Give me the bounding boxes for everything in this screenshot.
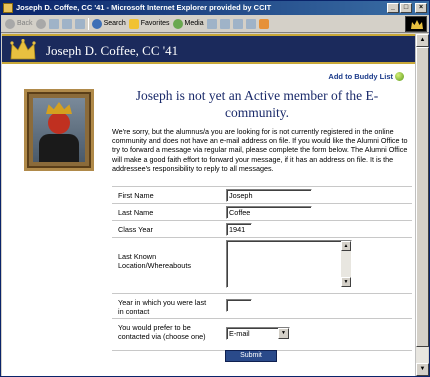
whereabouts-label: Last Known Location/Whereabouts [118, 252, 192, 270]
back-arrow-icon [5, 18, 15, 29]
favorites-button[interactable]: Favorites [128, 18, 170, 29]
back-label: Back [17, 20, 33, 27]
last-contact-row: Year in which you were last in contact [112, 293, 412, 317]
page-header: Joseph D. Coffee, CC '41 [2, 34, 416, 64]
intro-text: We're sorry, but the alumnus/a you are l… [112, 127, 408, 173]
page-scrollbar[interactable]: ▲ ▼ [415, 34, 429, 376]
history-icon [206, 18, 217, 29]
header-title: Joseph D. Coffee, CC '41 [46, 43, 179, 58]
last-name-label: Last Name [118, 208, 154, 217]
search-label: Search [103, 20, 126, 27]
crown-icon [411, 20, 423, 29]
first-name-row: First Name Joseph [112, 186, 412, 202]
last-contact-input[interactable] [226, 299, 252, 312]
portrait-crown [46, 102, 72, 114]
add-to-buddy-list-link[interactable]: Add to Buddy List [328, 72, 404, 81]
back-button[interactable]: Back [5, 18, 33, 29]
edit-icon [245, 18, 256, 29]
crown-logo-icon [10, 39, 36, 60]
home-button[interactable] [74, 18, 85, 29]
history-button[interactable] [206, 18, 217, 29]
contact-pref-value: E-mail [229, 329, 250, 338]
title-bar: Joseph D. Coffee, CC '41 - Microsoft Int… [1, 1, 429, 15]
portrait-image [33, 98, 85, 162]
whereabouts-textarea[interactable]: ▲ ▼ [226, 240, 352, 288]
forward-arrow-icon [35, 18, 46, 29]
chevron-down-icon[interactable]: ▼ [278, 328, 289, 339]
scroll-thumb[interactable] [416, 47, 429, 347]
scroll-up-arrow-icon[interactable]: ▲ [416, 34, 429, 47]
discuss-icon [258, 18, 269, 29]
buddy-icon [395, 72, 404, 81]
home-icon [74, 18, 85, 29]
mail-button[interactable] [219, 18, 230, 29]
maximize-button[interactable]: □ [400, 3, 412, 13]
buddy-link-label: Add to Buddy List [328, 72, 393, 81]
submit-button[interactable]: Submit [225, 350, 277, 362]
media-label: Media [184, 20, 204, 27]
edit-button[interactable] [245, 18, 256, 29]
refresh-button[interactable] [61, 18, 72, 29]
first-name-input[interactable]: Joseph [226, 189, 312, 202]
first-name-label: First Name [118, 191, 154, 200]
scroll-down-arrow-icon[interactable]: ▼ [416, 363, 429, 376]
print-button[interactable] [232, 18, 243, 29]
search-icon [91, 18, 102, 29]
window-title: Joseph D. Coffee, CC '41 - Microsoft Int… [16, 3, 272, 12]
whereabouts-row: Last Known Location/Whereabouts ▲ ▼ [112, 237, 412, 289]
portrait-figure-body [39, 134, 79, 162]
class-year-input[interactable]: 1941 [226, 223, 252, 236]
last-name-input[interactable]: Coffee [226, 206, 312, 219]
ie-logo [405, 16, 427, 32]
media-button[interactable]: Media [172, 18, 204, 29]
browser-toolbar: Back Search Favorites Media [1, 15, 429, 33]
stop-icon [48, 18, 59, 29]
class-year-label: Class Year [118, 225, 153, 234]
media-icon [172, 18, 183, 29]
refresh-icon [61, 18, 72, 29]
print-icon [232, 18, 243, 29]
window-controls: _ □ × [387, 3, 427, 13]
page-content: Joseph D. Coffee, CC '41 Add to Buddy Li… [2, 34, 416, 376]
toolbar-divider [87, 17, 89, 30]
search-button[interactable]: Search [91, 18, 126, 29]
contact-pref-row: You would prefer to be contacted via (ch… [112, 318, 412, 350]
contact-pref-select[interactable]: E-mail ▼ [226, 327, 290, 340]
portrait-figure-head [48, 112, 70, 134]
contact-pref-label: You would prefer to be contacted via (ch… [118, 323, 206, 341]
scroll-down-icon[interactable]: ▼ [341, 277, 351, 287]
scroll-up-icon[interactable]: ▲ [341, 241, 351, 251]
class-year-row: Class Year 1941 [112, 220, 412, 236]
page-heading: Joseph is not yet an Active member of th… [135, 88, 379, 120]
last-name-row: Last Name Coffee [112, 203, 412, 219]
textarea-scrollbar[interactable]: ▲ ▼ [341, 241, 351, 287]
stop-button[interactable] [48, 18, 59, 29]
favorites-label: Favorites [140, 20, 170, 27]
mail-icon [219, 18, 230, 29]
last-contact-label: Year in which you were last in contact [118, 298, 207, 316]
browser-window: Joseph D. Coffee, CC '41 - Microsoft Int… [0, 0, 430, 377]
forward-button[interactable] [35, 18, 46, 29]
minimize-button[interactable]: _ [387, 3, 399, 13]
close-button[interactable]: × [415, 3, 427, 13]
favorites-icon [128, 18, 139, 29]
discuss-button[interactable] [258, 18, 269, 29]
profile-portrait [24, 89, 94, 171]
app-icon [3, 3, 13, 13]
